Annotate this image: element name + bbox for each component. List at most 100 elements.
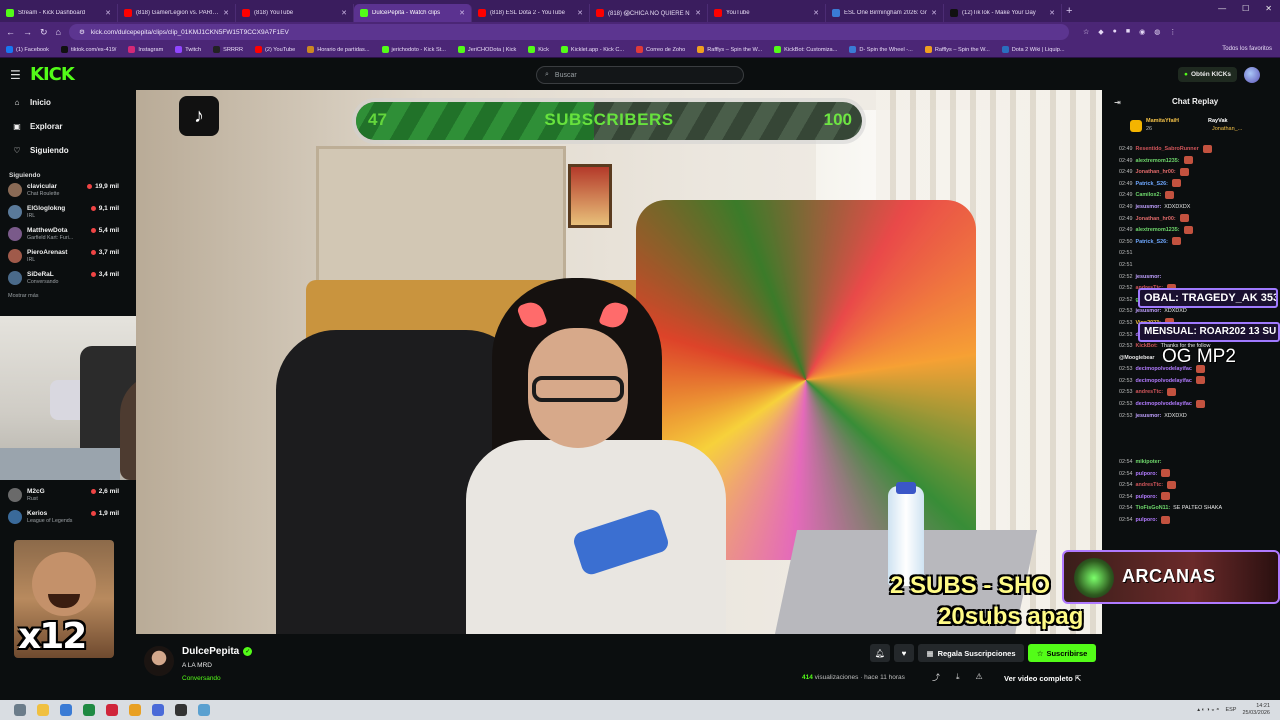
bookmark-item[interactable]: (1) Facebook — [6, 46, 49, 53]
chat-username[interactable]: jesusmor: — [1136, 204, 1162, 210]
browser-tab[interactable]: (12)TikTok - Make Your Day ✕ — [944, 4, 1062, 22]
top-gifter-name[interactable]: MamitaYfaiH — [1146, 118, 1179, 124]
bookmark-item[interactable]: jerichodoto - Kick St... — [381, 46, 446, 53]
browser-tab[interactable]: (818) YouTube ✕ — [236, 4, 354, 22]
browser-tab[interactable]: ESL One Birmingham 2026: Gr ✕ — [826, 4, 944, 22]
chat-username[interactable]: jesusmor: — [1136, 274, 1162, 280]
back-icon[interactable]: ← — [6, 27, 15, 37]
forward-icon[interactable]: → — [23, 27, 32, 37]
app-icon[interactable] — [60, 704, 72, 716]
chat-username[interactable]: mikipoter: — [1136, 459, 1162, 465]
user-avatar[interactable] — [1244, 67, 1260, 83]
chat-username[interactable]: Patrick_S26: — [1136, 181, 1168, 187]
maximize-icon[interactable]: ☐ — [1242, 4, 1249, 13]
opera-icon[interactable] — [106, 704, 118, 716]
followed-channel[interactable]: Kerios League of Legends 1,9 mil — [0, 506, 136, 528]
extension-icon[interactable]: ◉ — [1139, 28, 1145, 36]
sidebar-item-inicio[interactable]: ⌂ Inicio — [0, 90, 136, 114]
collapse-chat-icon[interactable]: ⇥ — [1114, 98, 1121, 107]
bookmark-item[interactable]: (2) YouTube — [254, 46, 295, 53]
excel-icon[interactable] — [83, 704, 95, 716]
followed-channel[interactable]: MatthewDota Garfield Kart: Furi... 5,4 mil — [0, 223, 136, 245]
channel-avatar[interactable] — [144, 646, 174, 676]
all-bookmarks[interactable]: Todos los favoritos — [1222, 46, 1272, 52]
bookmark-item[interactable]: Correo de Zoho — [636, 46, 685, 53]
menu-dots-icon[interactable]: ⋮ — [1169, 28, 1176, 36]
chat-username[interactable]: alextremom1235: — [1136, 227, 1180, 233]
browser-tab[interactable]: (818) ESL Dota 2 - YouTube ✕ — [472, 4, 590, 22]
chat-username[interactable]: decimopolvodelayifac — [1136, 378, 1192, 384]
bookmark-item[interactable]: Dota 2 Wiki | Liquip... — [1001, 46, 1065, 53]
chat-username[interactable]: andresTtc: — [1136, 389, 1164, 395]
bookmark-item[interactable]: Horario de partidas... — [307, 46, 370, 53]
chat-username[interactable]: pulporo: — [1136, 471, 1158, 477]
chat-username[interactable]: KickBot: — [1136, 343, 1158, 349]
clock[interactable]: 14:21 25/03/2026 — [1242, 703, 1270, 717]
browser-tab[interactable]: (818) GamerLegion vs. PARIVISION ✕ — [118, 4, 236, 22]
bookmark-item[interactable]: Rafflys – Spin the W... — [697, 46, 762, 53]
extension-icon[interactable]: ● — [1113, 28, 1117, 36]
followed-channel[interactable]: PieroArenast IRL 3,7 mil — [0, 245, 136, 267]
minimize-icon[interactable]: — — [1218, 4, 1226, 13]
chat-username[interactable]: jesusmor: — [1136, 308, 1162, 314]
kick-logo[interactable]: KICK — [30, 64, 75, 85]
reload-icon[interactable]: ↻ — [40, 27, 48, 38]
bookmark-item[interactable]: Rafflys – Spin the W... — [924, 46, 990, 53]
follow-heart-button[interactable]: ♥ — [894, 644, 914, 662]
new-tab-icon[interactable]: + — [1066, 5, 1072, 17]
search-input[interactable]: ⌕ Buscar — [536, 66, 744, 84]
show-more-link[interactable]: Mostrar más — [0, 293, 136, 299]
extension-icon[interactable]: ■ — [1126, 28, 1130, 36]
tab-close-icon[interactable]: ✕ — [931, 9, 937, 17]
chat-username[interactable]: @Moogiebear — [1119, 355, 1155, 361]
view-full-video-link[interactable]: Ver video completo ⇱ — [1004, 674, 1081, 683]
bookmark-item[interactable]: KickBot: Customiza... — [774, 46, 837, 53]
chat-username[interactable]: Resentido_SabroRunner — [1136, 146, 1199, 152]
tab-close-icon[interactable]: ✕ — [223, 9, 229, 17]
tray-icons[interactable]: ▴ ◐ ◑ ◒ ◓ — [1197, 707, 1219, 713]
chat-username[interactable]: decimopolvodelayifac — [1136, 401, 1192, 407]
tab-close-icon[interactable]: ✕ — [1049, 9, 1055, 17]
gifter-name[interactable]: Jonathan_... — [1212, 126, 1242, 132]
sidebar-item-explorar[interactable]: ▣ Explorar — [0, 114, 136, 138]
browser-tab[interactable]: DulcePepita - Watch clips ✕ — [354, 4, 472, 22]
chat-username[interactable]: Patrick_S26: — [1136, 239, 1168, 245]
bookmark-item[interactable]: D- Spin the Wheel -... — [849, 46, 913, 53]
language-indicator[interactable]: ESP — [1225, 707, 1236, 713]
chrome-profile-icon[interactable] — [152, 704, 164, 716]
download-icon[interactable]: ⤓ — [956, 672, 960, 683]
tab-close-icon[interactable]: ✕ — [341, 9, 347, 17]
search-taskbar-icon[interactable] — [14, 704, 26, 716]
video-player[interactable]: ♪ 47 SUBSCRIBERS 100 2 SUBS - SHO 20subs… — [136, 90, 1102, 634]
hamburger-menu-icon[interactable]: ☰ — [10, 68, 21, 82]
profile-icon[interactable]: ◍ — [1154, 28, 1160, 36]
followed-channel[interactable]: clavicular Chat Roulette 19,9 mil — [0, 179, 136, 201]
bookmark-item[interactable]: JeriCHODota | Kick — [457, 46, 516, 53]
followed-channel[interactable]: M2cG Rust 2,6 mil — [0, 484, 136, 506]
bookmark-item[interactable]: Kick — [528, 46, 549, 53]
tab-close-icon[interactable]: ✕ — [459, 9, 465, 17]
followed-channel[interactable]: SiDeRaL Conversando 3,4 mil — [0, 267, 136, 289]
url-bar[interactable]: ⚙ kick.com/dulcepepita/clips/clip_01KMJ1… — [68, 24, 1069, 40]
chat-username[interactable]: andresTtc: — [1136, 482, 1164, 488]
share-icon[interactable]: ⤴ — [932, 672, 940, 683]
obs-icon[interactable] — [175, 704, 187, 716]
browser-tab[interactable]: Stream - Kick Dashboard ✕ — [0, 4, 118, 22]
chat-username[interactable]: Camilox2: — [1136, 192, 1162, 198]
tab-close-icon[interactable]: ✕ — [577, 9, 583, 17]
bookmark-item[interactable]: Twitch — [175, 46, 201, 53]
followed-channel[interactable]: ElGloglokng IRL 9,1 mil — [0, 201, 136, 223]
bookmark-item[interactable]: Instagram — [128, 46, 163, 53]
extension-icon[interactable]: ◆ — [1098, 28, 1103, 36]
bookmark-item[interactable]: Kicklet.app - Kick C... — [560, 46, 624, 53]
chat-username[interactable]: Jonathan_hr00: — [1136, 216, 1176, 222]
gifter-name[interactable]: RayVak — [1208, 118, 1228, 124]
chat-username[interactable]: pulporo: — [1136, 517, 1158, 523]
gift-subs-button[interactable]: ▦ Regala Suscripciones — [918, 644, 1024, 662]
chat-username[interactable]: jesusmor: — [1136, 413, 1162, 419]
chat-username[interactable]: pulporo: — [1136, 494, 1158, 500]
subscribe-button[interactable]: ☆ Suscribirse — [1028, 644, 1096, 662]
app-icon[interactable] — [198, 704, 210, 716]
star-icon[interactable]: ☆ — [1083, 28, 1089, 36]
browser-tab[interactable]: (818) 😱CHICA NO QUIERE N ✕ — [590, 4, 708, 22]
